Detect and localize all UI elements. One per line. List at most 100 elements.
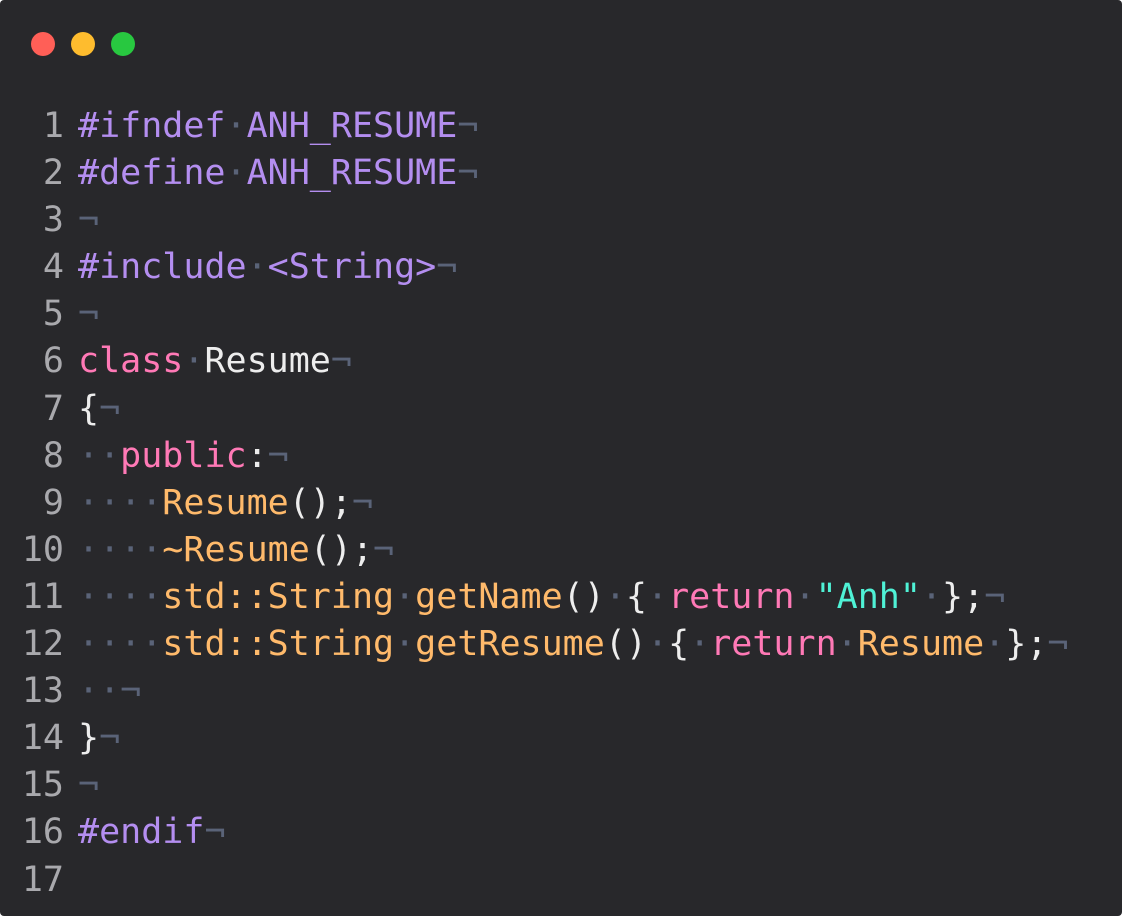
string-literal: "Anh" [815, 576, 921, 617]
plain-token: Resume [204, 341, 331, 382]
line-number: 8 [42, 435, 64, 476]
keyword-token: class [78, 341, 184, 382]
whitespace-marker: · [794, 576, 816, 617]
minimize-dot-icon[interactable] [71, 32, 95, 56]
whitespace-marker: ¬ [436, 247, 458, 288]
line-number: 10 [21, 529, 64, 570]
whitespace-marker: · [647, 576, 669, 617]
line-number: 5 [42, 294, 64, 335]
preprocessor-token: #endif [78, 812, 205, 853]
identifier-token: getResume [415, 624, 605, 665]
code-line[interactable]: 15 ¬ [0, 762, 1068, 809]
plain-token: } [78, 718, 100, 759]
maximize-dot-icon[interactable] [111, 32, 135, 56]
whitespace-marker: ¬ [78, 200, 100, 241]
code-window: 1 #ifndef·ANH_RESUME¬ 2 #define·ANH_RESUME¬… [0, 0, 1122, 916]
code-editor[interactable]: 1 #ifndef·ANH_RESUME¬ 2 #define·ANH_RESUME¬… [0, 103, 1069, 904]
code-line[interactable]: 12 ····std::String·getResume()·{·return·R… [0, 621, 1069, 668]
whitespace-marker: ¬ [373, 529, 395, 570]
line-number: 13 [21, 671, 64, 712]
line-content: #endif¬ [78, 809, 226, 856]
keyword-token: return [668, 576, 795, 617]
keyword-token: public [120, 435, 247, 476]
identifier-token: getName [415, 576, 563, 617]
line-number: 12 [21, 624, 64, 665]
line-number: 15 [21, 765, 64, 806]
code-line[interactable]: 13 ··¬ [0, 668, 1068, 715]
whitespace-marker: · [604, 576, 626, 617]
whitespace-marker: ¬ [99, 718, 121, 759]
identifier-token: std::String [162, 576, 395, 617]
whitespace-marker: ¬ [984, 576, 1006, 617]
line-number: 11 [21, 576, 64, 617]
plain-token: { [625, 576, 647, 617]
line-content: {¬ [78, 386, 120, 433]
whitespace-marker: · [920, 576, 943, 617]
line-content: ¬ [78, 291, 99, 338]
code-line[interactable]: 14}¬ [0, 715, 1068, 762]
close-dot-icon[interactable] [31, 32, 55, 56]
line-content: class·Resume¬ [78, 338, 352, 385]
code-line[interactable]: 16 #endif¬ [0, 809, 1068, 856]
preprocessor-token: ANH_RESUME [246, 153, 458, 194]
code-line[interactable]: 3 ¬ [0, 197, 1068, 244]
line-number: 7 [42, 388, 64, 429]
whitespace-marker: ¬ [457, 106, 479, 146]
window-controls [31, 32, 135, 56]
whitespace-marker: ¬ [99, 388, 121, 429]
line-number: 16 [21, 812, 64, 853]
line-content: ····std::String·getName()·{·return·"Anh"… [78, 574, 1005, 621]
code-line[interactable]: 11 ····std::String·getName()·{·return·"An… [0, 574, 1068, 621]
code-line[interactable]: 5 ¬ [0, 291, 1068, 338]
line-content: ····std::String·getResume()·{·return·Res… [78, 621, 1068, 668]
code-line[interactable]: 1 #ifndef·ANH_RESUME¬ [0, 103, 1068, 150]
preprocessor-token: #define [78, 153, 226, 194]
whitespace-marker: · [394, 576, 416, 617]
whitespace-marker: · [646, 624, 669, 665]
line-content: #define·ANH_RESUME¬ [78, 150, 478, 197]
whitespace-marker: ·· [78, 435, 121, 476]
plain-token: }; [1005, 624, 1048, 665]
whitespace-marker: ¬ [204, 812, 226, 853]
whitespace-marker: ···· [78, 624, 163, 665]
preprocessor-token: #ifndef [78, 106, 226, 146]
plain-token: (); [288, 482, 352, 523]
line-content: #ifndef·ANH_RESUME¬ [78, 103, 478, 150]
plain-token: () [604, 624, 647, 665]
code-line[interactable]: 2 #define·ANH_RESUME¬ [0, 150, 1068, 197]
plain-token: : [246, 435, 268, 476]
plain-token: { [668, 624, 690, 665]
line-content: }¬ [78, 715, 120, 762]
line-number: 4 [42, 247, 64, 288]
whitespace-marker: ¬ [351, 482, 374, 523]
line-number: 6 [42, 341, 64, 382]
whitespace-marker: ···· [78, 529, 163, 570]
plain-token: (); [309, 529, 374, 570]
code-line[interactable]: 8 ··public:¬ [0, 433, 1068, 480]
whitespace-marker: · [394, 624, 416, 665]
code-line[interactable]: 6 class·Resume¬ [0, 338, 1068, 385]
identifier-token: Resume [162, 482, 289, 523]
code-line[interactable]: 9 ····Resume();¬ [0, 480, 1068, 527]
whitespace-marker: ···· [78, 482, 163, 523]
whitespace-marker: ¬ [1047, 624, 1069, 665]
whitespace-marker: ·· [78, 671, 121, 712]
whitespace-marker: · [225, 106, 247, 146]
whitespace-marker: · [689, 624, 711, 665]
whitespace-marker: ¬ [78, 765, 100, 806]
whitespace-marker: ¬ [78, 294, 100, 335]
line-content: ····Resume();¬ [78, 480, 373, 527]
plain-token: () [562, 576, 605, 617]
code-line[interactable]: 4 #include·<String>¬ [0, 244, 1068, 291]
code-line[interactable]: 17 [0, 857, 1068, 904]
line-content: ··¬ [78, 668, 141, 715]
line-content: #include·<String>¬ [78, 244, 457, 291]
whitespace-marker: ¬ [267, 435, 289, 476]
plain-token: { [78, 388, 100, 429]
whitespace-marker: ¬ [120, 671, 142, 712]
code-line[interactable]: 7 {¬ [0, 386, 1068, 433]
code-line[interactable]: 10 ····~Resume();¬ [0, 527, 1068, 574]
whitespace-marker: ¬ [330, 341, 352, 382]
preprocessor-token: #include [78, 247, 247, 288]
whitespace-marker: · [225, 153, 247, 194]
